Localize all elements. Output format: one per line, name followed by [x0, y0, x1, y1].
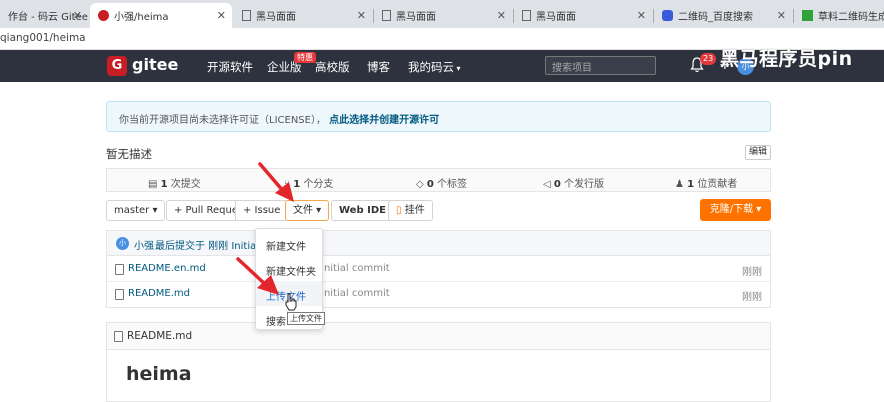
- browser-tab-1[interactable]: 小强/heima ✕: [90, 3, 232, 28]
- document-icon: [242, 10, 251, 21]
- browser-tab-title: 黑马面面: [396, 12, 436, 23]
- mount-button[interactable]: ▯ 挂件: [388, 200, 433, 221]
- file-icon: [115, 289, 124, 300]
- file-icon: [115, 264, 124, 275]
- qrcode-icon: [802, 10, 813, 21]
- readme-file-icon: [114, 331, 123, 342]
- stat-tags[interactable]: ◇ 0 个标签: [416, 175, 467, 190]
- file-commit-message[interactable]: Initial commit: [321, 288, 390, 299]
- annotation-arrow-icon: [236, 257, 279, 295]
- nav-open-source[interactable]: 开源软件: [207, 59, 253, 75]
- file-time: 刚刚: [742, 292, 762, 303]
- web-ide-button[interactable]: Web IDE: [331, 200, 394, 221]
- close-icon[interactable]: ✕: [73, 9, 82, 22]
- stat-releases[interactable]: ◁ 0 个发行版: [543, 175, 604, 190]
- repo-description: 暂无描述: [106, 147, 152, 161]
- browser-tab-3[interactable]: 黑马面面 ✕: [374, 3, 512, 28]
- annotation-arrow-icon: [258, 162, 294, 202]
- browser-tab-title: 小强/heima: [114, 12, 169, 23]
- stat-label: 个发行版: [564, 179, 605, 190]
- close-icon[interactable]: ✕: [357, 9, 366, 22]
- contributors-icon: ♟: [675, 179, 684, 190]
- file-time: 刚刚: [742, 267, 762, 278]
- browser-tab-strip: 作台 - 码云 Gitee.co ✕ 小强/heima ✕ 黑马面面 ✕ 黑马面…: [0, 0, 884, 28]
- bookmark-icon: ▯: [396, 205, 402, 216]
- tag-icon: ◇: [416, 179, 424, 190]
- stat-contributors[interactable]: ♟ 1 位贡献者: [675, 175, 737, 190]
- browser-tab-title: 二维码_百度搜索: [678, 12, 753, 23]
- stat-count: 0: [426, 179, 434, 190]
- clone-download-button[interactable]: 克隆/下载 ▾: [700, 199, 771, 221]
- browser-tab-0[interactable]: 作台 - 码云 Gitee.co ✕: [0, 3, 88, 28]
- baidu-paw-icon: [662, 10, 673, 21]
- edit-description-button[interactable]: 编辑: [745, 145, 771, 160]
- stat-label: 个分支: [303, 179, 334, 190]
- nav-blog[interactable]: 博客: [367, 59, 390, 75]
- browser-tab-4[interactable]: 黑马面面 ✕: [514, 3, 652, 28]
- browser-tab-title: 黑马面面: [536, 12, 576, 23]
- readme-filename: README.md: [127, 330, 193, 342]
- nav-university[interactable]: 高校版: [315, 59, 350, 75]
- hand-cursor-icon: [285, 293, 297, 311]
- close-icon[interactable]: ✕: [777, 9, 786, 22]
- browser-tab-title: 草料二维码生成器: [818, 12, 884, 23]
- gitee-logo-text[interactable]: gitee: [132, 55, 178, 74]
- license-notice-text: 你当前开源项目尚未选择许可证（LICENSE），: [119, 115, 326, 126]
- readme-header: README.md: [107, 323, 770, 350]
- close-icon[interactable]: ✕: [637, 9, 646, 22]
- latest-commit-row: 小 小强 最后提交于 刚刚 Initial co: [107, 231, 770, 256]
- gitee-logo-icon[interactable]: G: [107, 56, 127, 76]
- browser-tab-2[interactable]: 黑马面面 ✕: [234, 3, 372, 28]
- url-text[interactable]: qiang001/heima: [0, 32, 86, 44]
- license-create-link[interactable]: 点此选择并创建开源许可: [329, 115, 439, 126]
- chevron-down-icon: ▾: [454, 64, 461, 73]
- readme-panel: README.md heima: [106, 322, 771, 402]
- close-icon[interactable]: ✕: [217, 9, 226, 22]
- document-icon: [522, 10, 531, 21]
- file-commit-message[interactable]: Initial commit: [321, 263, 390, 274]
- hot-badge: 特惠: [294, 52, 316, 63]
- file-list: 小 小强 最后提交于 刚刚 Initial co README.en.md In…: [106, 230, 771, 308]
- menu-item-new-file[interactable]: 新建文件: [256, 231, 322, 256]
- stat-count: 1: [687, 179, 695, 190]
- file-name[interactable]: README.en.md: [128, 263, 206, 274]
- release-icon: ◁: [543, 179, 551, 190]
- search-input[interactable]: 搜索项目: [545, 56, 656, 75]
- tooltip: 上传文件: [287, 312, 325, 325]
- video-watermark: 黑马程序员pin: [720, 48, 853, 70]
- readme-heading: heima: [126, 363, 192, 385]
- nav-my-gitee[interactable]: 我的码云 ▾: [408, 59, 461, 75]
- nav-my-gitee-label: 我的码云: [408, 60, 454, 74]
- stat-label: 个标签: [437, 179, 468, 190]
- file-name[interactable]: README.md: [128, 288, 190, 299]
- license-notice: 你当前开源项目尚未选择许可证（LICENSE）， 点此选择并创建开源许可: [106, 101, 771, 132]
- browser-tab-6[interactable]: 草料二维码生成器: [794, 3, 884, 28]
- stat-label: 次提交: [170, 179, 201, 190]
- repo-stats-bar: ▤ 1 次提交 ⑂ 1 个分支 ◇ 0 个标签 ◁ 0 个发行版 ♟ 1 位贡献…: [106, 168, 771, 192]
- stat-count: 0: [553, 179, 561, 190]
- commit-icon: ▤: [148, 179, 158, 190]
- branch-select[interactable]: master ▾: [106, 200, 166, 221]
- stat-label: 位贡献者: [697, 179, 738, 190]
- document-icon: [382, 10, 391, 21]
- stat-count: 1: [160, 179, 168, 190]
- gitee-favicon-icon: [98, 10, 109, 21]
- mount-label: 挂件: [404, 205, 425, 216]
- commit-author[interactable]: 小强: [134, 237, 154, 252]
- browser-tab-5[interactable]: 二维码_百度搜索 ✕: [654, 3, 792, 28]
- notification-count-badge: 23: [700, 53, 717, 65]
- file-row[interactable]: README.en.md Initial commit 刚刚: [107, 257, 770, 282]
- close-icon[interactable]: ✕: [497, 9, 506, 22]
- browser-tab-title: 黑马面面: [256, 12, 296, 23]
- file-row[interactable]: README.md Initial commit 刚刚: [107, 282, 770, 307]
- commit-author-avatar[interactable]: 小: [116, 237, 129, 250]
- stat-commits[interactable]: ▤ 1 次提交: [148, 175, 201, 190]
